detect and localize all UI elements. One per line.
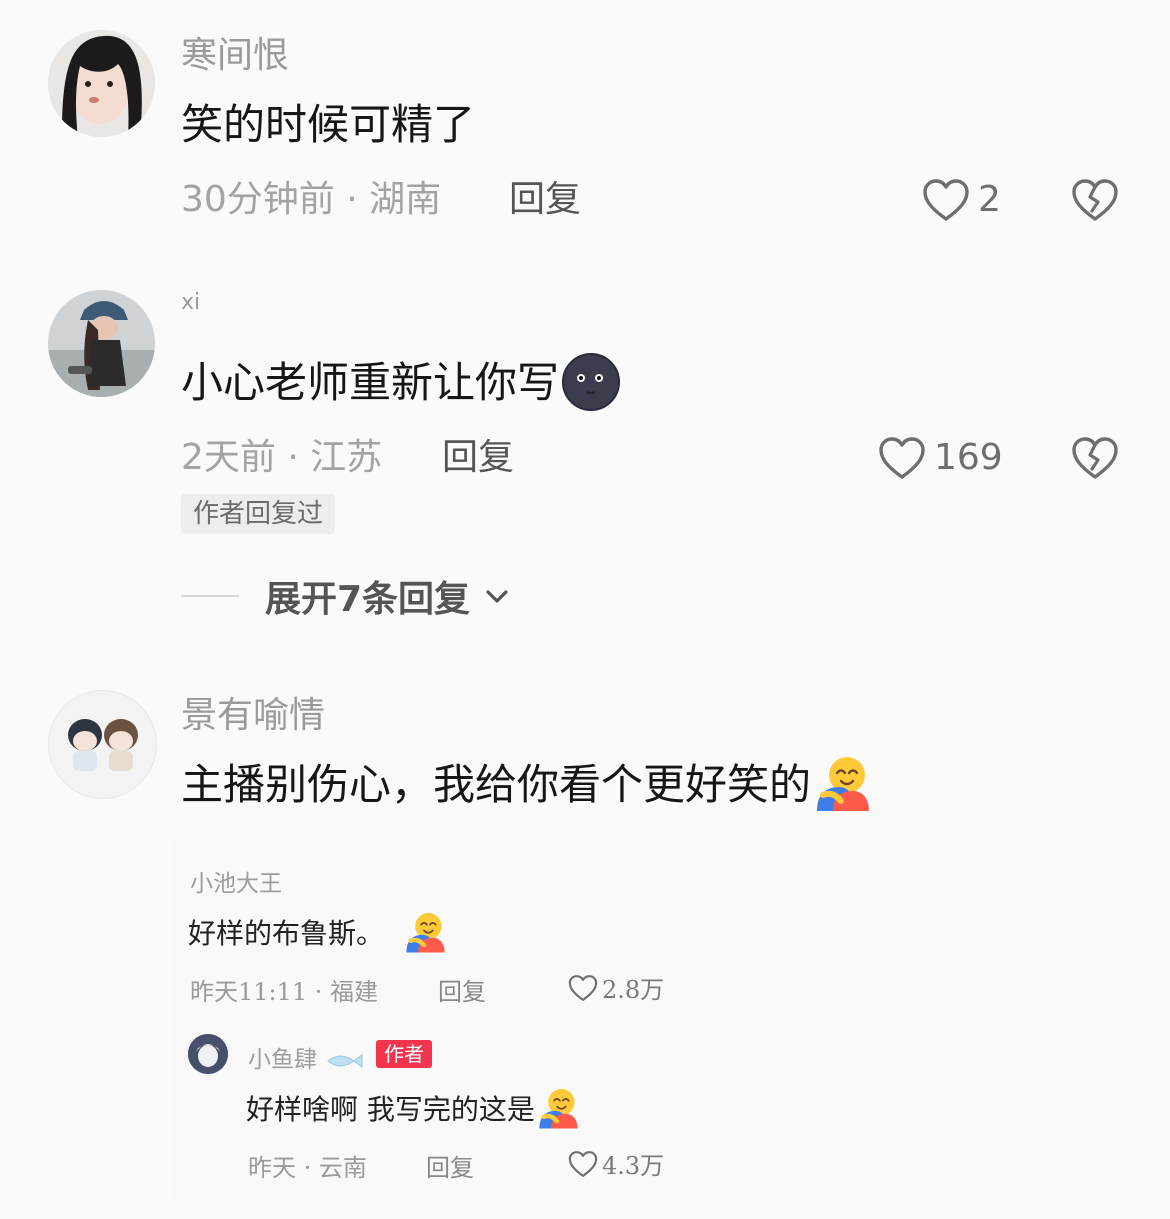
like-button[interactable]: 169 [878,436,1003,480]
reply-like-count: 4.3万 [602,1152,665,1180]
reply-like: 4.3万 [568,1146,664,1181]
person-photo-icon [48,290,155,397]
quoted-text: 好样的布鲁斯。 [188,912,446,954]
person-photo-icon [48,30,155,137]
hugging-face-icon [402,910,446,954]
avatar[interactable] [48,690,157,799]
anime-avatar-icon [188,1034,228,1074]
embedded-screenshot: 小池大王 好样的布鲁斯。 昨天11:11 · 福建 回复 2.8万 小鱼肆 作者… [172,840,677,1200]
comment-text-content: 主播别伤心，我给你看个更好笑的 [181,760,812,809]
quoted-text-content: 好样的布鲁斯。 [188,917,385,950]
hugging-face-icon [811,753,871,813]
comment-username[interactable]: 景有喻情 [181,696,325,736]
like-button[interactable]: 2 [922,178,1001,222]
author-tag: 作者 [376,1040,432,1068]
heart-icon [922,178,970,222]
reply-username-text: 小鱼肆 [248,1047,317,1073]
heart-icon [568,974,598,1002]
comment-username[interactable]: xi [181,288,200,318]
heart-icon [878,436,926,480]
heart-icon [568,1150,598,1178]
quoted-like: 2.8万 [568,970,664,1005]
avatar[interactable] [48,290,155,397]
quoted-meta: 昨天11:11 · 福建 [190,978,379,1006]
reply-button[interactable]: 回复 [442,438,514,478]
reply-text-content: 好样啥啊 我写完的这是 [246,1093,535,1126]
reply-meta: 昨天 · 云南 [248,1154,367,1182]
reply-button[interactable]: 回复 [509,180,581,220]
comment-text: 笑的时候可精了 [181,100,476,149]
comment-meta: 2天前 · 江苏 [181,437,383,478]
cartoon-pair-icon [49,691,156,798]
dislike-button[interactable] [1071,178,1119,226]
chevron-down-icon [486,590,508,603]
broken-heart-icon [1071,436,1119,480]
broken-heart-icon [1071,178,1119,222]
hugging-face-icon [535,1086,579,1130]
divider-line [181,595,239,597]
expand-replies-button[interactable]: 展开7条回复 [181,570,510,622]
like-count: 169 [934,437,1003,478]
reply-avatar [188,1034,228,1074]
reply-text: 好样啥啊 我写完的这是 [246,1088,579,1130]
expand-replies-label: 展开7条回复 [265,579,471,620]
comment-text: 主播别伤心，我给你看个更好笑的 [181,760,871,813]
quoted-username: 小池大王 [190,871,282,897]
avatar[interactable] [48,30,155,137]
author-replied-tag: 作者回复过 [181,494,336,534]
like-count: 2 [978,179,1001,220]
dislike-button[interactable] [1071,436,1119,484]
comment-meta: 30分钟前 · 湖南 [181,179,442,220]
comment-text-content: 小心老师重新让你写 [181,358,560,407]
new-moon-face-icon [561,352,621,412]
fish-icon [327,1054,363,1068]
quoted-like-count: 2.8万 [602,976,665,1004]
reply-username: 小鱼肆 [248,1040,364,1074]
reply-reply-button: 回复 [426,1154,474,1182]
comment-username[interactable]: 寒间恨 [181,36,289,76]
quoted-reply-button: 回复 [438,978,486,1006]
comment-text: 小心老师重新让你写 [181,358,621,412]
